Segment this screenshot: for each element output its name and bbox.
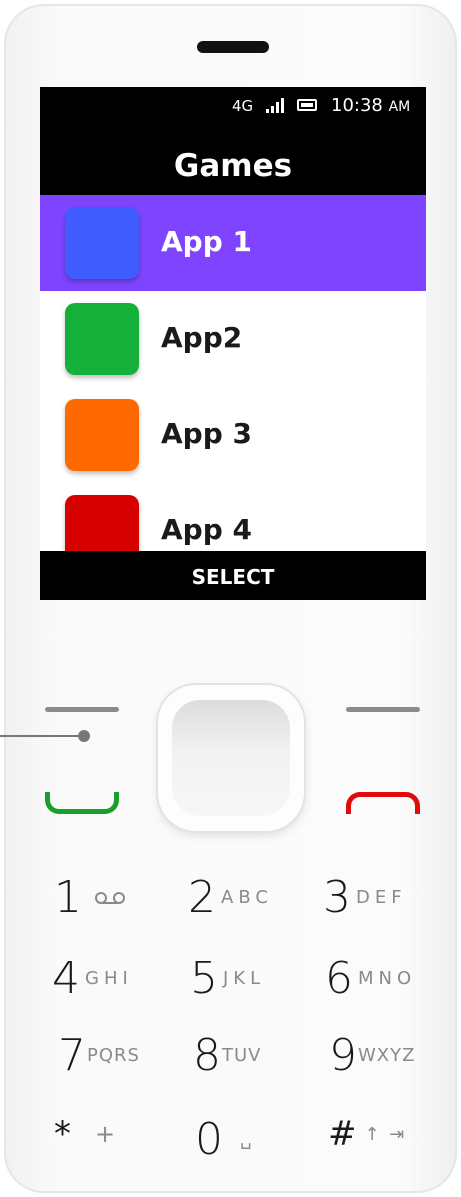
key-3[interactable]: 3 DEF — [323, 872, 407, 923]
space-icon: ␣ — [240, 1129, 257, 1150]
key-1[interactable]: 1 — [54, 872, 125, 923]
list-item[interactable]: App 3 — [40, 387, 426, 483]
network-type: 4G — [232, 97, 254, 115]
signal-icon — [266, 98, 286, 113]
earpiece-speaker — [197, 41, 269, 53]
list-item[interactable]: App 1 — [40, 195, 426, 291]
dpad-center-button[interactable] — [172, 700, 290, 816]
key-star[interactable]: * + — [54, 1114, 120, 1154]
key-8[interactable]: 8 TUV — [193, 1030, 261, 1081]
pointer-line — [0, 735, 84, 737]
key-4[interactable]: 4 GHI — [52, 953, 133, 1004]
key-9[interactable]: 9 WXYZ — [329, 1030, 415, 1081]
pointer-dot — [78, 730, 90, 742]
left-softkey[interactable] — [45, 707, 119, 712]
app-icon — [65, 303, 139, 375]
key-0[interactable]: 0 ␣ — [195, 1114, 256, 1165]
softkey-bar: SELECT — [40, 551, 426, 600]
app-list: App 1 App2 App 3 App 4 — [40, 195, 426, 579]
screen: 4G 10:38 AM Games App 1 App2 App 3 App 4… — [40, 87, 426, 600]
hash-icon: # — [328, 1114, 357, 1154]
end-call-button[interactable] — [346, 792, 420, 814]
status-bar: 4G 10:38 AM — [40, 87, 426, 124]
call-button[interactable] — [45, 792, 119, 814]
right-softkey[interactable] — [346, 707, 420, 712]
asterisk-icon: * — [54, 1114, 71, 1154]
app-label: App 1 — [161, 225, 252, 258]
voicemail-icon — [95, 891, 125, 904]
softkey-select-label: SELECT — [191, 565, 275, 589]
app-icon — [65, 399, 139, 471]
key-2[interactable]: 2 ABC — [188, 872, 273, 923]
list-item[interactable]: App2 — [40, 291, 426, 387]
key-5[interactable]: 5 JKL — [190, 953, 265, 1004]
key-hash[interactable]: # ↑ ⇥ — [328, 1114, 406, 1154]
app-icon — [65, 207, 139, 279]
shift-icon: ↑ ⇥ — [364, 1123, 407, 1145]
battery-icon — [297, 99, 317, 111]
app-label: App 4 — [161, 513, 252, 546]
clock: 10:38 AM — [331, 95, 411, 116]
page-title: Games — [40, 124, 426, 195]
app-label: App 3 — [161, 417, 252, 450]
key-7[interactable]: 7 PQRS — [58, 1030, 140, 1081]
app-label: App2 — [161, 321, 243, 354]
key-6[interactable]: 6 MNO — [325, 953, 416, 1004]
